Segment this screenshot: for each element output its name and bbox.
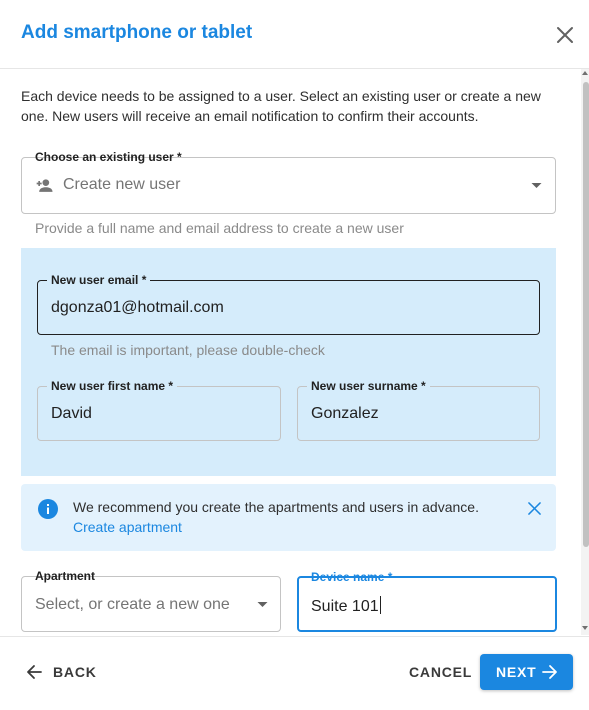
user-select-helper: Provide a full name and email address to… bbox=[35, 220, 404, 236]
info-banner: We recommend you create the apartments a… bbox=[21, 484, 556, 551]
dismiss-info-icon[interactable] bbox=[528, 502, 541, 515]
new-user-email-field[interactable]: New user email * dgonza01@hotmail.com bbox=[37, 273, 540, 335]
apartment-select[interactable]: Apartment Select, or create a new one bbox=[21, 569, 281, 632]
text-cursor bbox=[379, 596, 381, 614]
user-select[interactable]: Choose an existing user * Create new use… bbox=[21, 150, 556, 214]
dialog-title: Add smartphone or tablet bbox=[21, 22, 253, 43]
chevron-down-icon bbox=[531, 183, 542, 188]
new-user-surname-field[interactable]: New user surname * Gonzalez bbox=[297, 379, 540, 441]
info-text: We recommend you create the apartments a… bbox=[73, 499, 479, 515]
new-user-first-name-field[interactable]: New user first name * David bbox=[37, 379, 281, 441]
arrow-right-icon bbox=[542, 665, 557, 679]
add-device-dialog: Add smartphone or tablet Each device nee… bbox=[0, 0, 589, 710]
device-name-text: Suite 101 bbox=[311, 598, 379, 615]
new-user-surname-value: Gonzalez bbox=[311, 405, 379, 422]
user-select-value: Create new user bbox=[63, 176, 181, 193]
next-button[interactable]: NEXT bbox=[480, 654, 573, 690]
back-label: BACK bbox=[53, 664, 97, 680]
dialog-footer: BACK CANCEL NEXT bbox=[0, 636, 589, 710]
chevron-down-icon bbox=[257, 602, 268, 607]
new-user-panel: New user email * dgonza01@hotmail.com Th… bbox=[21, 248, 556, 476]
new-user-first-name-value: David bbox=[51, 405, 92, 422]
new-user-surname-label: New user surname * bbox=[307, 379, 430, 393]
scrollbar-thumb[interactable] bbox=[583, 82, 589, 547]
info-icon bbox=[38, 499, 58, 519]
scroll-up-arrow-icon[interactable] bbox=[582, 71, 588, 75]
user-select-label: Choose an existing user * bbox=[35, 150, 182, 164]
dialog-content[interactable]: Each device needs to be assigned to a us… bbox=[0, 69, 581, 635]
device-name-field[interactable]: Device name * Suite 101 bbox=[297, 570, 557, 632]
device-name-value: Suite 101 bbox=[311, 596, 381, 616]
new-user-email-helper: The email is important, please double-ch… bbox=[51, 342, 325, 358]
new-user-email-value: dgonza01@hotmail.com bbox=[51, 299, 224, 316]
cancel-button[interactable]: CANCEL bbox=[409, 664, 472, 680]
close-icon[interactable] bbox=[552, 22, 578, 48]
new-user-first-name-label: New user first name * bbox=[47, 379, 178, 393]
create-apartment-link[interactable]: Create apartment bbox=[73, 519, 182, 535]
apartment-placeholder: Select, or create a new one bbox=[35, 596, 230, 613]
person-add-icon bbox=[36, 179, 53, 192]
device-name-label: Device name * bbox=[311, 570, 393, 584]
arrow-left-icon bbox=[27, 665, 42, 679]
new-user-email-label: New user email * bbox=[47, 273, 151, 287]
back-button[interactable]: BACK bbox=[22, 659, 102, 685]
apartment-label: Apartment bbox=[35, 569, 96, 583]
next-label: NEXT bbox=[496, 664, 537, 680]
dialog-header: Add smartphone or tablet bbox=[0, 0, 589, 69]
intro-text: Each device needs to be assigned to a us… bbox=[21, 88, 541, 124]
scroll-down-arrow-icon[interactable] bbox=[582, 626, 588, 630]
